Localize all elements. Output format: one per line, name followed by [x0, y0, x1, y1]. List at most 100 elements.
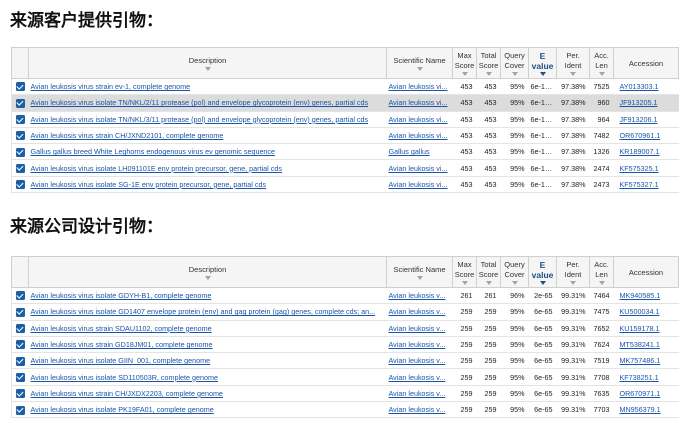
scientific-name-link[interactable]: Avian leukosis vi...: [389, 82, 448, 91]
scientific-name-link[interactable]: Gallus gallus: [389, 147, 430, 156]
col-e-value[interactable]: Evalue: [528, 47, 557, 79]
scientific-name-link[interactable]: Avian leukosis vi...: [389, 98, 448, 107]
query-cover: 95%: [500, 336, 529, 354]
col-accession[interactable]: Accession: [613, 256, 679, 288]
col-accession[interactable]: Accession: [613, 47, 679, 79]
checkbox[interactable]: [15, 163, 25, 173]
description-link[interactable]: Avian leukosis virus isolate PK19FA01, c…: [28, 401, 387, 419]
max-score: 453: [452, 127, 477, 145]
col-total-score[interactable]: Total Score: [476, 256, 501, 288]
e-value: 6e-65: [528, 401, 557, 419]
sort-arrow-icon: [485, 281, 492, 285]
accession-link[interactable]: OR670961.1: [620, 131, 661, 140]
scientific-name-link[interactable]: Avian leukosis v...: [389, 340, 446, 349]
col-query-cover[interactable]: Query Cover: [500, 47, 529, 79]
scientific-name-link[interactable]: Avian leukosis vi...: [389, 164, 448, 173]
accession-link[interactable]: AY013303.1: [620, 82, 659, 91]
description-link[interactable]: Avian leukosis virus isolate SG-1E env p…: [28, 176, 387, 194]
checkbox[interactable]: [15, 131, 25, 141]
checkbox[interactable]: [15, 356, 25, 366]
checkbox[interactable]: [15, 291, 25, 301]
accession-link[interactable]: MK757486.1: [620, 356, 661, 365]
description-link[interactable]: Avian leukosis virus isolate GIIN_001, c…: [28, 352, 387, 370]
accession-link[interactable]: JF913205.1: [620, 98, 658, 107]
description-link[interactable]: Gallus gallus breed White Leghorns endog…: [28, 143, 387, 161]
col-max-score[interactable]: Max Score: [452, 47, 477, 79]
col-description[interactable]: Description: [28, 47, 387, 79]
col-scientific-name[interactable]: Scientific Name: [386, 47, 453, 79]
checkbox[interactable]: [15, 405, 25, 415]
col-per-ident[interactable]: Per. Ident: [556, 47, 590, 79]
accession-link[interactable]: OR670971.1: [620, 389, 661, 398]
sort-arrow-icon: [511, 281, 518, 285]
query-cover: 95%: [500, 94, 529, 112]
accession-link[interactable]: KF575327.1: [620, 180, 659, 189]
checkbox[interactable]: [15, 389, 25, 399]
accession-link[interactable]: KU159178.1: [620, 324, 660, 333]
description-link[interactable]: Avian leukosis virus strain GD18JM01, co…: [28, 336, 387, 354]
scientific-name-link[interactable]: Avian leukosis vi...: [389, 180, 448, 189]
checkbox[interactable]: [15, 82, 25, 92]
checkbox[interactable]: [15, 98, 25, 108]
sort-arrow-icon: [461, 281, 468, 285]
col-query-cover[interactable]: Query Cover: [500, 256, 529, 288]
description-link[interactable]: Avian leukosis virus isolate TN/NKL/3/11…: [28, 111, 387, 128]
max-score: 261: [452, 287, 477, 305]
description-link[interactable]: Avian leukosis virus isolate GD1407 enve…: [28, 303, 387, 321]
checkbox[interactable]: [15, 115, 25, 125]
description-link[interactable]: Avian leukosis virus isolate LH091101E e…: [28, 159, 387, 177]
checkbox[interactable]: [15, 372, 25, 382]
col-acc-len[interactable]: Acc. Len: [589, 47, 614, 79]
accession-link[interactable]: MK940585.1: [620, 291, 661, 300]
description-link[interactable]: Avian leukosis virus strain CH/JXDX2203,…: [28, 385, 387, 403]
e-value: 6e-65: [528, 352, 557, 370]
col-per-ident[interactable]: Per. Ident: [556, 256, 590, 288]
table-row: Gallus gallus breed White Leghorns endog…: [11, 143, 679, 161]
description-link[interactable]: Avian leukosis virus strain ev-1, comple…: [28, 78, 387, 96]
max-score: 453: [452, 94, 477, 112]
scientific-name-link[interactable]: Avian leukosis v...: [389, 389, 446, 398]
checkbox[interactable]: [15, 180, 25, 190]
checkbox[interactable]: [15, 324, 25, 334]
total-score: 453: [476, 94, 501, 112]
scientific-name-link[interactable]: Avian leukosis v...: [389, 373, 446, 382]
sort-arrow-icon: [598, 72, 605, 76]
description-link[interactable]: Avian leukosis virus strain CH/JXND2101,…: [28, 127, 387, 145]
max-score: 453: [452, 176, 477, 194]
e-value: 6e-123: [528, 176, 557, 194]
col-e-value[interactable]: Evalue: [528, 256, 557, 288]
scientific-name-link[interactable]: Avian leukosis v...: [389, 324, 446, 333]
col-max-score[interactable]: Max Score: [452, 256, 477, 288]
description-link[interactable]: Avian leukosis virus isolate SD110503R, …: [28, 368, 387, 386]
accession-link[interactable]: KF575325.1: [620, 164, 659, 173]
checkbox[interactable]: [15, 307, 25, 317]
scientific-name-link[interactable]: Avian leukosis vi...: [389, 115, 448, 124]
scientific-name-link[interactable]: Avian leukosis v...: [389, 291, 446, 300]
per-ident: 99.31%: [556, 320, 590, 337]
scientific-name-link[interactable]: Avian leukosis v...: [389, 356, 446, 365]
description-link[interactable]: Avian leukosis virus strain SDAU1102, co…: [28, 320, 387, 337]
col-total-score[interactable]: Total Score: [476, 47, 501, 79]
accession-link[interactable]: KU500034.1: [620, 307, 660, 316]
total-score: 453: [476, 127, 501, 145]
accession-link[interactable]: KF738251.1: [620, 373, 659, 382]
col-scientific-name[interactable]: Scientific Name: [386, 256, 453, 288]
checkbox[interactable]: [15, 147, 25, 157]
query-cover: 96%: [500, 287, 529, 305]
accession-link[interactable]: JF913206.1: [620, 115, 658, 124]
description-link[interactable]: Avian leukosis virus isolate TN/NKL/2/11…: [28, 94, 387, 112]
scientific-name-link[interactable]: Avian leukosis v...: [389, 405, 446, 414]
scientific-name-link[interactable]: Avian leukosis v...: [389, 307, 446, 316]
query-cover: 95%: [500, 368, 529, 386]
sort-arrow-icon: [511, 72, 518, 76]
description-link[interactable]: Avian leukosis virus isolate GDYH-B1, co…: [28, 287, 387, 305]
scientific-name-link[interactable]: Avian leukosis vi...: [389, 131, 448, 140]
accession-link[interactable]: MN956379.1: [620, 405, 661, 414]
accession-link[interactable]: KR189007.1: [620, 147, 660, 156]
col-description[interactable]: Description: [28, 256, 387, 288]
accession-link[interactable]: MT538241.1: [620, 340, 660, 349]
checkbox[interactable]: [15, 340, 25, 350]
col-acc-len[interactable]: Acc. Len: [589, 256, 614, 288]
total-score: 259: [476, 385, 501, 403]
acc-len: 7708: [589, 368, 614, 386]
